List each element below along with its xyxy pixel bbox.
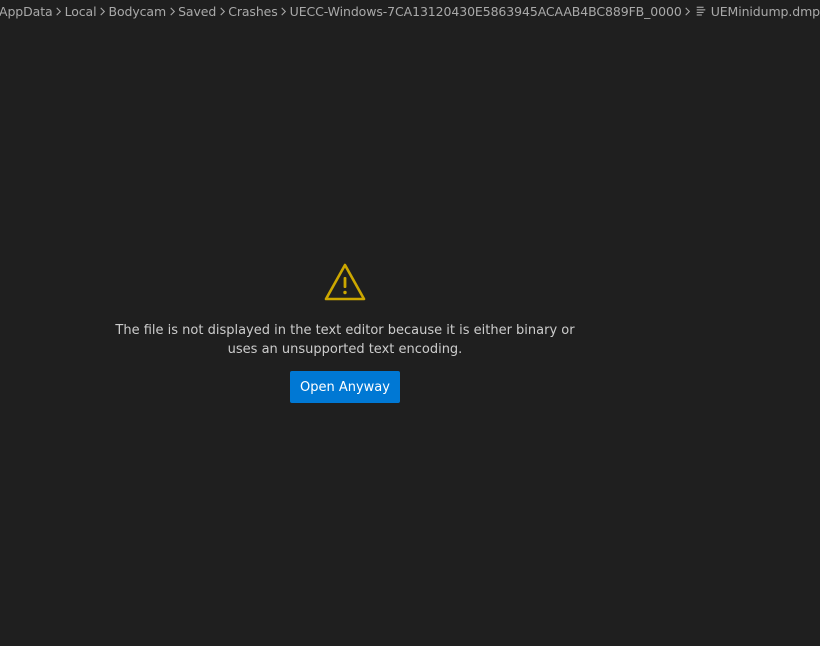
- binary-file-notice: The file is not displayed in the text ed…: [0, 262, 690, 403]
- breadcrumb-item-crashes[interactable]: Crashes: [228, 0, 278, 22]
- warning-icon: [324, 263, 366, 301]
- chevron-right-icon: [216, 0, 228, 22]
- breadcrumb-item-appdata[interactable]: AppData: [0, 0, 53, 22]
- breadcrumb-item-bodycam[interactable]: Bodycam: [108, 0, 166, 22]
- chevron-right-icon: [96, 0, 108, 22]
- chevron-right-icon: [166, 0, 178, 22]
- breadcrumb-file-label: UEMinidump.dmp: [710, 3, 820, 19]
- chevron-right-icon: [53, 0, 65, 22]
- notice-message: The file is not displayed in the text ed…: [115, 323, 575, 357]
- file-lines-icon: [694, 4, 708, 18]
- editor-area: AppData Local Bodycam Saved Crashes UECC…: [0, 0, 820, 646]
- chevron-right-icon: [278, 0, 290, 22]
- breadcrumb-item-file[interactable]: UEMinidump.dmp: [694, 0, 820, 22]
- breadcrumb-item-saved[interactable]: Saved: [178, 0, 216, 22]
- chevron-right-icon: [682, 0, 694, 22]
- open-anyway-button[interactable]: Open Anyway: [290, 371, 400, 403]
- breadcrumb-item-local[interactable]: Local: [65, 0, 97, 22]
- breadcrumb-item-crash-folder[interactable]: UECC-Windows-7CA13120430E5863945ACAAB4BC…: [290, 0, 682, 22]
- breadcrumb: AppData Local Bodycam Saved Crashes UECC…: [0, 0, 820, 22]
